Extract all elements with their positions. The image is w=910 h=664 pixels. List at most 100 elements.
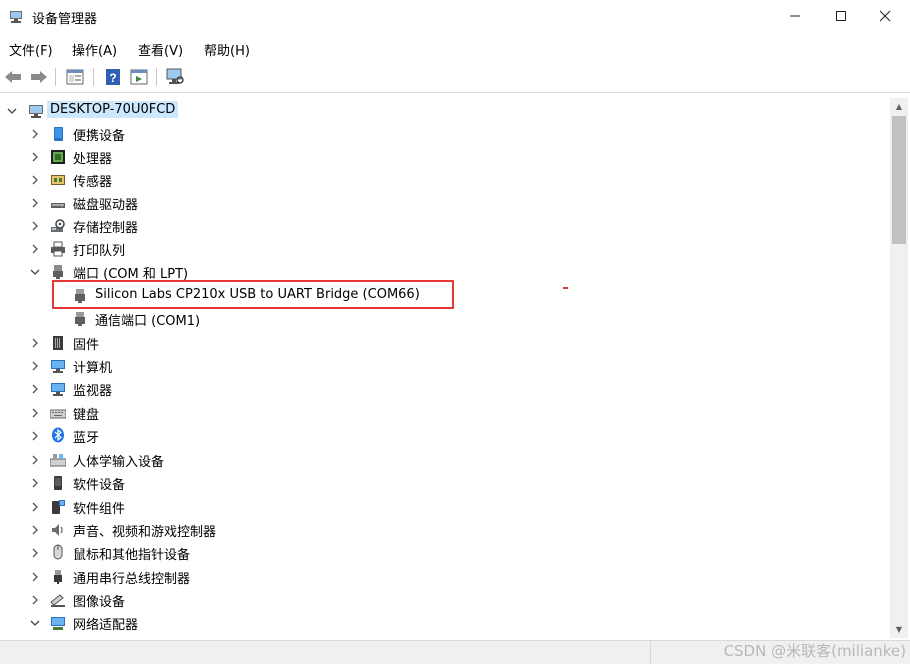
tree-item-label: 便携设备 bbox=[73, 129, 126, 144]
tree-item-computer[interactable]: 计算机 bbox=[0, 355, 890, 377]
tree-item-monitors[interactable]: 监视器 bbox=[0, 378, 890, 400]
menu-action[interactable]: 操作(A) bbox=[72, 40, 117, 59]
bluetooth-icon bbox=[52, 427, 64, 443]
menu-help[interactable]: 帮助(H) bbox=[204, 40, 250, 59]
tree-root-row[interactable]: DESKTOP-70U0FCD bbox=[0, 100, 890, 122]
printer-icon bbox=[51, 241, 65, 257]
chevron-right-icon[interactable] bbox=[29, 477, 41, 489]
monitor-icon bbox=[51, 383, 65, 396]
chevron-right-icon[interactable] bbox=[29, 430, 41, 442]
computer-icon bbox=[51, 360, 65, 373]
processor-icon bbox=[51, 150, 65, 164]
forward-button[interactable] bbox=[28, 67, 50, 87]
chevron-right-icon[interactable] bbox=[29, 174, 41, 186]
chevron-right-icon[interactable] bbox=[29, 501, 41, 513]
chevron-right-icon[interactable] bbox=[29, 383, 41, 395]
menu-file[interactable]: 文件(F) bbox=[9, 40, 53, 59]
scan-hardware-button[interactable] bbox=[164, 67, 186, 87]
chevron-right-icon[interactable] bbox=[29, 128, 41, 140]
chevron-right-icon[interactable] bbox=[29, 337, 41, 349]
tree-item-label: 通用串行总线控制器 bbox=[73, 572, 191, 587]
tree-item-label: 软件组件 bbox=[73, 502, 126, 517]
help-button[interactable]: ? bbox=[102, 67, 124, 87]
mouse-icon bbox=[53, 544, 63, 560]
title-bar: 设备管理器 bbox=[0, 0, 910, 34]
chevron-down-icon[interactable] bbox=[29, 617, 41, 629]
tree-item-bluetooth[interactable]: 蓝牙 bbox=[0, 425, 890, 447]
tree-item-keyboards[interactable]: 键盘 bbox=[0, 402, 890, 424]
chevron-right-icon[interactable] bbox=[29, 151, 41, 163]
tree-item-label: 磁盘驱动器 bbox=[73, 198, 139, 213]
port-icon bbox=[53, 265, 63, 279]
tree-item-storage-controllers[interactable]: 存储控制器 bbox=[0, 215, 890, 237]
port-connector-icon bbox=[75, 312, 85, 326]
back-arrow-icon bbox=[5, 71, 21, 83]
software-device-icon bbox=[54, 476, 62, 490]
tree-item-mice[interactable]: 鼠标和其他指针设备 bbox=[0, 542, 890, 564]
properties-button[interactable] bbox=[128, 67, 150, 87]
chevron-right-icon[interactable] bbox=[29, 360, 41, 372]
storage-controller-icon bbox=[51, 219, 65, 232]
tree-item-firmware[interactable]: 固件 bbox=[0, 332, 890, 354]
tree-item-label: 处理器 bbox=[73, 152, 113, 167]
hid-icon bbox=[50, 454, 66, 467]
computer-name-label: DESKTOP-70U0FCD bbox=[47, 101, 179, 118]
vertical-scrollbar[interactable]: ▲ ▼ bbox=[890, 98, 908, 638]
tree-item-usb-controllers[interactable]: 通用串行总线控制器 bbox=[0, 566, 890, 588]
tree-item-label: 键盘 bbox=[73, 408, 100, 423]
chevron-down-icon[interactable] bbox=[29, 266, 41, 278]
tree-item-label: 软件设备 bbox=[73, 478, 126, 493]
chevron-right-icon[interactable] bbox=[29, 454, 41, 466]
audio-icon bbox=[52, 524, 63, 536]
tree-item-disk-drives[interactable]: 磁盘驱动器 bbox=[0, 192, 890, 214]
show-hide-console-tree-button[interactable] bbox=[64, 67, 86, 87]
chevron-right-icon[interactable] bbox=[29, 547, 41, 559]
toolbar-separator bbox=[156, 68, 157, 86]
chevron-right-icon[interactable] bbox=[29, 407, 41, 419]
toolbar: ? bbox=[0, 62, 910, 93]
tree-item-label: 传感器 bbox=[73, 175, 113, 190]
tree-item-sensors[interactable]: 传感器 bbox=[0, 169, 890, 191]
tree-item-processors[interactable]: 处理器 bbox=[0, 146, 890, 168]
tree-item-label: 网络适配器 bbox=[73, 618, 139, 633]
chevron-right-icon[interactable] bbox=[29, 243, 41, 255]
scroll-down-arrow-icon[interactable]: ▼ bbox=[890, 621, 908, 638]
tree-item-portable-devices[interactable]: 便携设备 bbox=[0, 123, 890, 145]
tree-item-software-components[interactable]: 软件组件 bbox=[0, 496, 890, 518]
menu-bar: 文件(F) 操作(A) 查看(V) 帮助(H) bbox=[0, 34, 910, 62]
sensor-icon bbox=[51, 175, 65, 185]
tree-item-print-queues[interactable]: 打印队列 bbox=[0, 238, 890, 260]
chevron-right-icon[interactable] bbox=[29, 220, 41, 232]
chevron-down-icon[interactable] bbox=[6, 105, 18, 117]
tree-item-network-adapters[interactable]: 网络适配器 bbox=[0, 612, 890, 634]
tree-item-software-devices[interactable]: 软件设备 bbox=[0, 472, 890, 494]
window-title: 设备管理器 bbox=[32, 12, 98, 27]
chevron-right-icon[interactable] bbox=[29, 571, 41, 583]
status-pane bbox=[0, 641, 651, 664]
desktop-computer-icon bbox=[29, 105, 43, 118]
highlight-annotation-box bbox=[52, 280, 454, 309]
scroll-up-arrow-icon[interactable]: ▲ bbox=[890, 98, 908, 115]
back-button[interactable] bbox=[2, 67, 24, 87]
console-tree-icon bbox=[66, 69, 84, 85]
software-component-icon bbox=[52, 500, 65, 514]
chevron-right-icon[interactable] bbox=[29, 197, 41, 209]
portable-device-icon bbox=[54, 127, 63, 141]
chevron-right-icon[interactable] bbox=[29, 594, 41, 606]
tree-item-audio[interactable]: 声音、视频和游戏控制器 bbox=[0, 519, 890, 541]
minimize-button[interactable] bbox=[772, 0, 818, 32]
menu-view[interactable]: 查看(V) bbox=[138, 40, 183, 59]
scrollbar-thumb[interactable] bbox=[892, 116, 906, 244]
device-manager-icon bbox=[10, 11, 22, 23]
network-adapter-icon bbox=[51, 617, 65, 630]
chevron-right-icon[interactable] bbox=[29, 524, 41, 536]
tree-item-com1[interactable]: 通信端口 (COM1) bbox=[0, 308, 890, 330]
toolbar-separator bbox=[55, 68, 56, 86]
tree-item-hid[interactable]: 人体学输入设备 bbox=[0, 449, 890, 471]
tree-item-label: 计算机 bbox=[73, 361, 113, 376]
tree-item-imaging-devices[interactable]: 图像设备 bbox=[0, 589, 890, 611]
close-button[interactable] bbox=[862, 0, 908, 32]
annotation-mark bbox=[563, 287, 568, 289]
maximize-button[interactable] bbox=[818, 0, 864, 32]
camera-icon bbox=[50, 594, 65, 607]
